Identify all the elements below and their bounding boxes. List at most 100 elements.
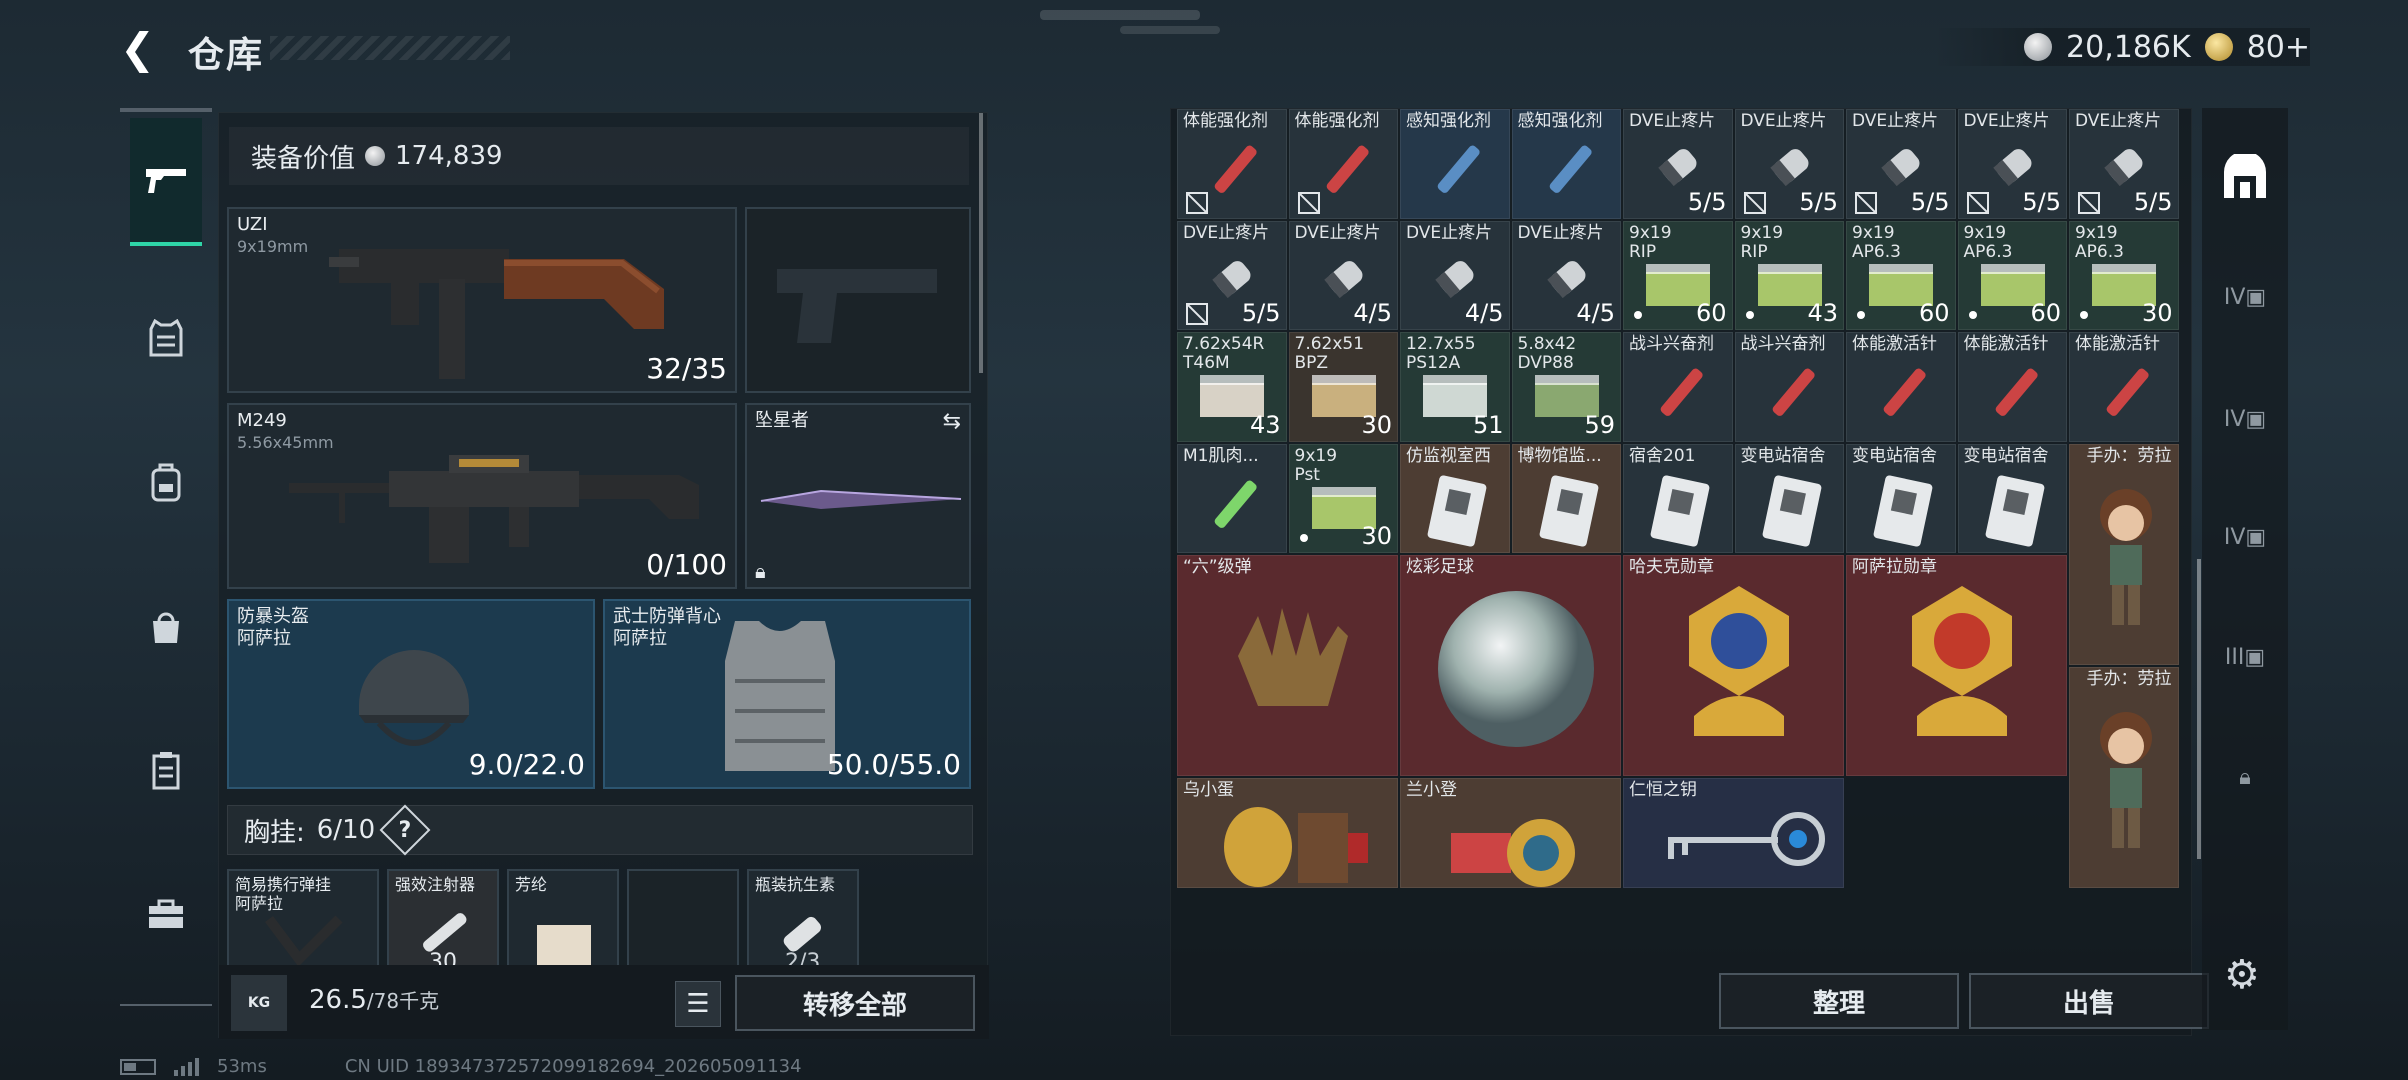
stash-item[interactable]: 9x19 Pst 30 (1288, 443, 1398, 553)
stash-item[interactable]: DVE止疼片 5/5 (1623, 109, 1733, 219)
stash-item[interactable]: 9x19 AP6.3 30 (2069, 220, 2179, 330)
chest-item-empty[interactable] (627, 869, 739, 973)
stash-item[interactable]: 9x19 RIP 60 (1623, 220, 1733, 330)
stash-item[interactable]: 战斗兴奋剂 (1734, 332, 1844, 442)
stash-item[interactable]: 体能强化剂 (1288, 109, 1398, 219)
stash-item[interactable]: 变电站宿舍 (1957, 443, 2067, 553)
item-label: 乌小蛋 (1183, 780, 1234, 800)
primary-weapon-slot[interactable]: UZI 9x19mm 32/35 (227, 207, 737, 393)
toolbox-icon[interactable] (132, 880, 200, 948)
swap-icon[interactable]: ⇆ (943, 409, 961, 434)
item-label: 哈夫克勋章 (1629, 557, 1714, 577)
stash-item[interactable]: M1肌肉... (1177, 443, 1287, 553)
item-label: 5.8x42 DVP88 (1517, 334, 1577, 373)
stash-item[interactable]: 体能强化剂 (1177, 109, 1287, 219)
stash-item[interactable]: DVE止疼片 5/5 (1957, 109, 2067, 219)
transfer-all-button[interactable]: 转移全部 (735, 975, 975, 1031)
stash-item[interactable]: 体能激活针 (1846, 332, 1956, 442)
stash-item[interactable]: 体能激活针 (1957, 332, 2067, 442)
stash-item[interactable]: 9x19 AP6.3 60 (1957, 220, 2067, 330)
gold-coin-icon (2204, 33, 2233, 61)
sell-button[interactable]: 出售 (1969, 973, 2209, 1029)
stash-item[interactable]: 手办：劳拉 (2069, 666, 2179, 888)
lock-icon[interactable]: 🔒︎ (2216, 748, 2274, 806)
stash-item[interactable]: 阿萨拉勋章 (1846, 555, 2067, 776)
stash-item[interactable]: 博物馆监... (1511, 443, 1621, 553)
list-icon: ☰ (686, 989, 710, 1019)
tier-iv-icon[interactable]: IV▣ (2216, 390, 2274, 448)
stash-item[interactable]: 变电站宿舍 (1734, 443, 1844, 553)
armor-slot[interactable]: 武士防弹背心 阿萨拉 50.0/55.0 (603, 599, 971, 789)
stash-item[interactable]: 感知强化剂 (1400, 109, 1510, 219)
stash-item[interactable]: 体能激活针 (2069, 332, 2179, 442)
stash-item[interactable]: DVE止疼片 5/5 (1177, 220, 1287, 330)
loadout-scrollbar[interactable] (979, 113, 983, 373)
stash-item[interactable]: 手办：劳拉 (2069, 443, 2179, 665)
gear-icon[interactable]: ⚙ (2224, 952, 2260, 998)
help-icon[interactable]: ? (379, 804, 431, 856)
stash-scrollbar[interactable] (2197, 559, 2201, 859)
no-insure-icon (1966, 191, 1989, 214)
chest-item[interactable]: 芳纶 (507, 869, 619, 973)
backpack-icon[interactable] (132, 448, 200, 516)
item-quantity: 5/5 (1799, 187, 1838, 216)
item-quantity: 30 (1361, 410, 1392, 439)
stash-item[interactable]: DVE止疼片 4/5 (1511, 220, 1621, 330)
sidearm-slot[interactable] (745, 207, 971, 393)
stash-item[interactable]: 感知强化剂 (1511, 109, 1621, 219)
battery-icon (120, 1058, 156, 1075)
list-view-button[interactable]: ☰ (675, 981, 721, 1027)
stash-item[interactable]: DVE止疼片 4/5 (1400, 220, 1510, 330)
stash-item[interactable]: 宿舍201 (1623, 443, 1733, 553)
stash-item[interactable]: 5.8x42 DVP88 59 (1511, 332, 1621, 442)
helmet-durability: 9.0/22.0 (468, 748, 585, 781)
sort-button[interactable]: 整理 (1719, 973, 1959, 1029)
stash-item[interactable]: 9x19 AP6.3 60 (1846, 220, 1956, 330)
currency-gold[interactable]: 80+ (2247, 30, 2310, 65)
chest-item[interactable]: 强效注射器 30 (387, 869, 499, 973)
stash-item[interactable]: 7.62x54R T46M 43 (1177, 332, 1287, 442)
item-label: 体能激活针 (1963, 334, 2049, 354)
stash-item[interactable]: 变电站宿舍 (1846, 443, 1956, 553)
stash-item[interactable]: 乌小蛋 (1177, 778, 1398, 888)
stash-item[interactable]: 炫彩足球 (1400, 555, 1621, 776)
chevron-left-icon: ❮ (120, 24, 156, 73)
item-label: 变电站宿舍 (1852, 445, 1937, 466)
stash-item[interactable]: DVE止疼片 4/5 (1288, 220, 1398, 330)
status-footer: 53ms CN UID 189347372572099182694_202605… (120, 1056, 802, 1077)
tier-iii-icon[interactable]: III▣ (2216, 628, 2274, 686)
chest-item[interactable]: 简易携行弹挂 阿萨拉 (227, 869, 379, 973)
category-sidebar (120, 108, 212, 1008)
secondary-ammo-count: 0/100 (646, 548, 727, 581)
stash-item[interactable]: 9x19 RIP 43 (1734, 220, 1844, 330)
stash-item[interactable]: DVE止疼片 5/5 (1846, 109, 1956, 219)
stash-item[interactable]: 兰小登 (1400, 778, 1621, 888)
stash-item[interactable]: 12.7x55 PS12A 51 (1400, 332, 1510, 442)
stash-item[interactable]: 哈夫克勋章 (1623, 555, 1844, 776)
uzi-weapon-image (329, 249, 664, 379)
chest-item[interactable]: 瓶装抗生素 2/3 (747, 869, 859, 973)
loadout-panel: 装备价值 174,839 UZI 9x19mm 32/35 M249 5.56x… (218, 112, 989, 1039)
melee-slot[interactable]: 坠星者 ⇆ 🔒︎ (745, 403, 971, 589)
stash-item[interactable]: 7.62x51 BPZ 30 (1288, 332, 1398, 442)
vest-icon[interactable] (132, 304, 200, 372)
stash-item[interactable]: “六”级弹 (1177, 555, 1398, 776)
item-label: DVE止疼片 (1629, 111, 1716, 131)
stash-item[interactable]: 战斗兴奋剂 (1623, 332, 1733, 442)
back-button[interactable]: ❮ (120, 28, 160, 70)
secondary-weapon-slot[interactable]: M249 5.56x45mm 0/100 (227, 403, 737, 589)
stash-item[interactable]: 仁恒之钥 (1623, 778, 1844, 888)
bag-icon[interactable] (132, 592, 200, 660)
item-label: 9x19 Pst (1294, 445, 1338, 485)
item-label: 战斗兴奋剂 (1629, 334, 1714, 354)
home-icon[interactable] (2216, 148, 2274, 206)
stash-item[interactable]: DVE止疼片 5/5 (1734, 109, 1844, 219)
stash-item[interactable]: 仿监视室西 (1400, 443, 1510, 553)
tier-iv-icon[interactable]: IV▣ (2216, 508, 2274, 566)
tier-iv-icon[interactable]: IV▣ (2216, 268, 2274, 326)
ammo-dot-icon (1745, 311, 1754, 319)
stash-item[interactable]: DVE止疼片 5/5 (2069, 109, 2179, 219)
weapon-icon[interactable] (130, 118, 202, 246)
helmet-slot[interactable]: 防暴头盔 阿萨拉 9.0/22.0 (227, 599, 595, 789)
clipboard-icon[interactable] (132, 736, 200, 804)
